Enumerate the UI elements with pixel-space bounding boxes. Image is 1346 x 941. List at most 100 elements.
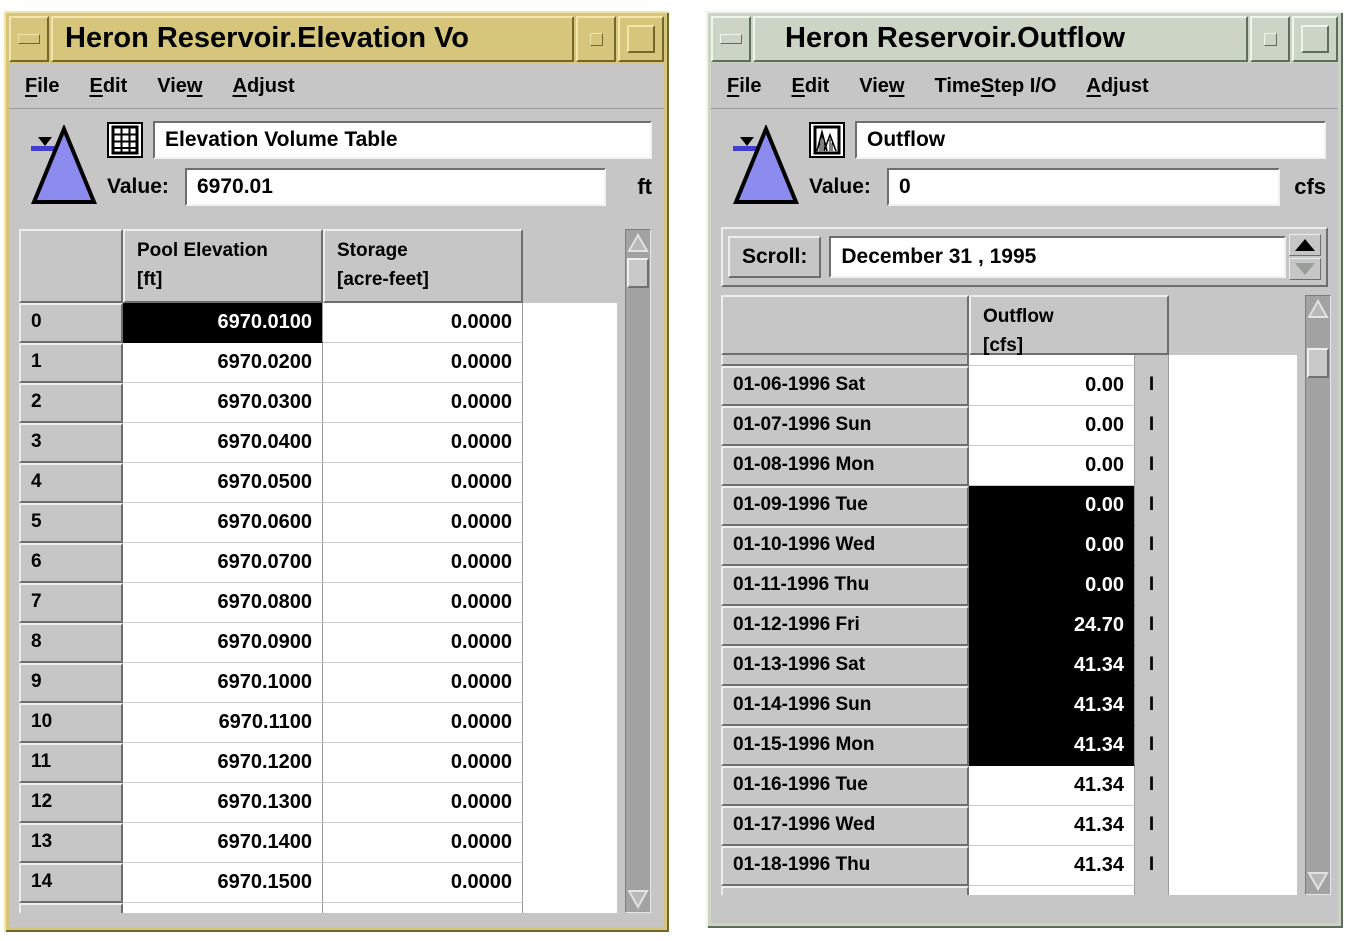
cell-outflow[interactable]: 0.00 xyxy=(969,446,1135,486)
cell-storage[interactable]: 0.0000 xyxy=(323,423,523,463)
slot-name-field[interactable]: Outflow xyxy=(855,121,1326,159)
cell-pool-elevation[interactable] xyxy=(123,903,323,913)
cell-outflow[interactable]: 41.34 xyxy=(969,806,1135,846)
flag-cell[interactable]: I xyxy=(1135,806,1169,846)
cell-storage[interactable]: 0.0000 xyxy=(323,503,523,543)
cell-pool-elevation[interactable]: 6970.1500 xyxy=(123,863,323,903)
scrollbar-thumb[interactable] xyxy=(1307,348,1329,378)
row-label[interactable]: 01-06-1996 Sat xyxy=(721,366,969,406)
cell-storage[interactable]: 0.0000 xyxy=(323,663,523,703)
cell-storage[interactable]: 0.0000 xyxy=(323,783,523,823)
column-header-storage[interactable]: Storage[acre-feet] xyxy=(323,229,523,303)
menu-item-file[interactable]: File xyxy=(727,75,761,98)
menu-item-edit[interactable]: Edit xyxy=(89,75,127,98)
cell-outflow[interactable]: 41.34 xyxy=(969,726,1135,766)
cell-outflow[interactable]: 0.00 xyxy=(969,526,1135,566)
scroll-up-arrow[interactable] xyxy=(626,230,650,256)
row-label[interactable]: 01-14-1996 Sun xyxy=(721,686,969,726)
cell-storage[interactable]: 0.0000 xyxy=(323,303,523,343)
row-label[interactable] xyxy=(19,903,123,913)
cell-storage[interactable]: 0.0000 xyxy=(323,583,523,623)
spinner-down-button[interactable] xyxy=(1289,258,1321,280)
cell-storage[interactable]: 0.0000 xyxy=(323,543,523,583)
slot-name-field[interactable]: Elevation Volume Table xyxy=(153,121,652,159)
scrollbar-thumb[interactable] xyxy=(627,258,649,288)
cell-storage[interactable]: 0.0000 xyxy=(323,623,523,663)
flag-cell[interactable]: I xyxy=(1135,526,1169,566)
row-label[interactable]: 5 xyxy=(19,503,123,543)
window-menu-button[interactable] xyxy=(711,16,751,62)
table-corner-cell[interactable] xyxy=(721,295,969,355)
scroll-button[interactable]: Scroll: xyxy=(728,236,821,278)
row-label[interactable]: 11 xyxy=(19,743,123,783)
cell-storage[interactable] xyxy=(323,903,523,913)
menu-item-view[interactable]: View xyxy=(157,75,202,98)
cell-outflow[interactable]: 0.00 xyxy=(969,486,1135,526)
row-label[interactable]: 0 xyxy=(19,303,123,343)
cell-pool-elevation[interactable]: 6970.0200 xyxy=(123,343,323,383)
table-grid-icon[interactable] xyxy=(107,122,143,158)
cell-pool-elevation[interactable]: 6970.0600 xyxy=(123,503,323,543)
cell-pool-elevation[interactable]: 6970.1200 xyxy=(123,743,323,783)
minimize-button[interactable] xyxy=(576,16,616,62)
menu-item-timestep-i-o[interactable]: TimeStep I/O xyxy=(934,75,1056,98)
cell-outflow[interactable] xyxy=(969,886,1135,895)
cell-storage[interactable]: 0.0000 xyxy=(323,743,523,783)
date-field[interactable]: December 31 , 1995 xyxy=(829,236,1286,278)
cell-storage[interactable]: 0.0000 xyxy=(323,463,523,503)
row-label[interactable]: 01-18-1996 Thu xyxy=(721,846,969,886)
cell-storage[interactable]: 0.0000 xyxy=(323,703,523,743)
cell-outflow[interactable]: 41.34 xyxy=(969,766,1135,806)
menu-item-file[interactable]: File xyxy=(25,75,59,98)
cell-outflow[interactable]: 41.34 xyxy=(969,646,1135,686)
flag-cell[interactable]: I xyxy=(1135,846,1169,886)
cell-pool-elevation[interactable]: 6970.0800 xyxy=(123,583,323,623)
flag-cell[interactable]: I xyxy=(1135,766,1169,806)
row-label[interactable]: 01-16-1996 Tue xyxy=(721,766,969,806)
scrollbar-trough[interactable] xyxy=(1306,322,1330,868)
row-label[interactable]: 13 xyxy=(19,823,123,863)
row-label[interactable]: 9 xyxy=(19,663,123,703)
cell-outflow[interactable]: 41.34 xyxy=(969,686,1135,726)
titlebar[interactable]: Heron Reservoir.Outflow xyxy=(711,16,1338,62)
menu-item-adjust[interactable]: Adjust xyxy=(1086,75,1148,98)
cell-pool-elevation[interactable]: 6970.0500 xyxy=(123,463,323,503)
cell-storage[interactable]: 0.0000 xyxy=(323,863,523,903)
cell-pool-elevation[interactable]: 6970.0300 xyxy=(123,383,323,423)
cell-pool-elevation[interactable]: 6970.0700 xyxy=(123,543,323,583)
cell-storage[interactable]: 0.0000 xyxy=(323,383,523,423)
vertical-scrollbar[interactable] xyxy=(625,229,651,913)
flag-cell[interactable]: I xyxy=(1135,366,1169,406)
row-label[interactable]: 01-09-1996 Tue xyxy=(721,486,969,526)
row-label[interactable]: 10 xyxy=(19,703,123,743)
row-label[interactable]: 01-13-1996 Sat xyxy=(721,646,969,686)
cell-pool-elevation[interactable]: 6970.0400 xyxy=(123,423,323,463)
flag-cell[interactable]: I xyxy=(1135,355,1169,366)
cell-storage[interactable]: 0.0000 xyxy=(323,343,523,383)
flag-cell[interactable]: I xyxy=(1135,406,1169,446)
value-field[interactable]: 0 xyxy=(887,168,1280,206)
cell-storage[interactable]: 0.0000 xyxy=(323,823,523,863)
minimize-button[interactable] xyxy=(1250,16,1290,62)
row-label[interactable]: 7 xyxy=(19,583,123,623)
cell-outflow[interactable]: 0.00 xyxy=(969,406,1135,446)
row-label[interactable]: 3 xyxy=(19,423,123,463)
maximize-button[interactable] xyxy=(618,16,664,62)
scroll-down-arrow[interactable] xyxy=(626,886,650,912)
row-label[interactable]: 01-11-1996 Thu xyxy=(721,566,969,606)
row-label[interactable]: 12 xyxy=(19,783,123,823)
cell-pool-elevation[interactable]: 6970.1400 xyxy=(123,823,323,863)
row-label[interactable]: 6 xyxy=(19,543,123,583)
flag-cell[interactable]: I xyxy=(1135,446,1169,486)
row-label[interactable]: 1 xyxy=(19,343,123,383)
row-label[interactable]: 01-05-1996 Fri xyxy=(721,355,969,366)
cell-pool-elevation[interactable]: 6970.0900 xyxy=(123,623,323,663)
menu-item-adjust[interactable]: Adjust xyxy=(232,75,294,98)
row-label[interactable]: 2 xyxy=(19,383,123,423)
flag-cell[interactable] xyxy=(1135,886,1169,895)
cell-outflow[interactable]: 0.00 xyxy=(969,566,1135,606)
cell-outflow[interactable]: 0.00 xyxy=(969,355,1135,366)
maximize-button[interactable] xyxy=(1292,16,1338,62)
row-label[interactable]: 01-17-1996 Wed xyxy=(721,806,969,846)
flag-cell[interactable]: I xyxy=(1135,686,1169,726)
